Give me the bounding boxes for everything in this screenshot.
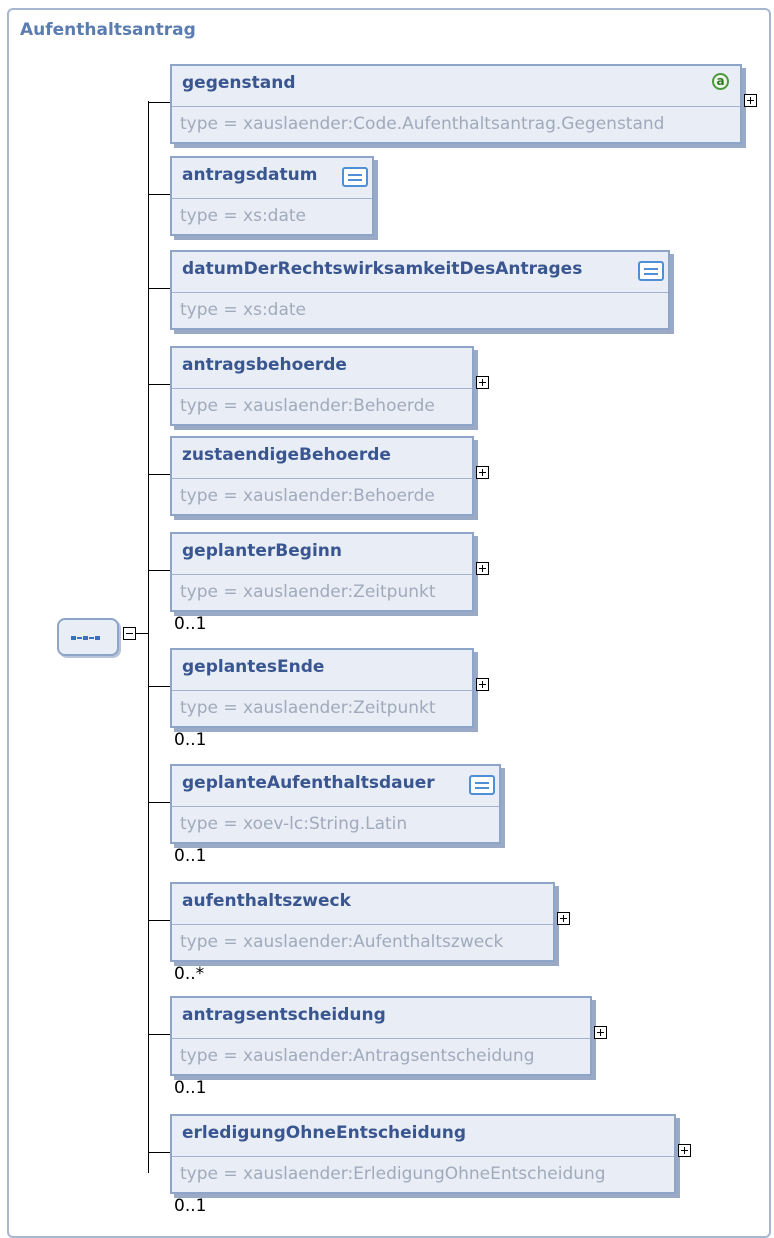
element-name: antragsdatum — [182, 165, 318, 185]
element-type: type = xs:date — [180, 206, 307, 226]
element-name: datumDerRechtswirksamkeitDesAntrages — [182, 259, 583, 279]
connector-line — [148, 194, 170, 195]
element-divider — [172, 574, 472, 575]
expand-button[interactable] — [678, 1144, 691, 1157]
cardinality-label: 0..1 — [174, 846, 207, 866]
expand-button[interactable] — [476, 376, 489, 389]
element-box[interactable]: geplanterBeginn type = xauslaender:Zeitpu… — [170, 532, 474, 612]
element-name: gegenstand — [182, 73, 296, 93]
diagram-title: Aufenthaltsantrag — [20, 20, 196, 40]
cardinality-label: 0..1 — [174, 614, 207, 634]
cardinality-label: 0..1 — [174, 730, 207, 750]
element-box[interactable]: antragsbehoerde type = xauslaender:Behoer… — [170, 346, 474, 426]
element-divider — [172, 1038, 590, 1039]
element-type: type = xauslaender:Behoerde — [180, 396, 435, 416]
element-box[interactable]: erledigungOhneEntscheidung type = xauslae… — [170, 1114, 676, 1194]
element-name: antragsbehoerde — [182, 355, 347, 375]
expand-button[interactable] — [476, 466, 489, 479]
element-divider — [172, 292, 668, 293]
element-type: type = xauslaender:ErledigungOhneEntsche… — [180, 1164, 606, 1184]
element-box[interactable]: antragsentscheidung type = xauslaender:An… — [170, 996, 592, 1076]
expand-button[interactable] — [594, 1026, 607, 1039]
element-box[interactable]: aufenthaltszweck type = xauslaender:Aufen… — [170, 882, 555, 962]
element-type: type = xauslaender:Zeitpunkt — [180, 698, 436, 718]
connector-line — [148, 102, 170, 103]
expand-button[interactable] — [476, 678, 489, 691]
element-box[interactable]: datumDerRechtswirksamkeitDesAntrages type… — [170, 250, 670, 330]
element-name: antragsentscheidung — [182, 1005, 386, 1025]
documentation-icon — [638, 261, 664, 281]
attribute-icon: a — [712, 73, 729, 90]
connector-line — [148, 384, 170, 385]
element-type: type = xs:date — [180, 300, 307, 320]
element-name: aufenthaltszweck — [182, 891, 351, 911]
element-type: type = xauslaender:Antragsentscheidung — [180, 1046, 535, 1066]
element-divider — [172, 806, 499, 807]
element-divider — [172, 924, 553, 925]
element-divider — [172, 478, 472, 479]
sequence-trunk-line — [148, 101, 149, 1173]
sequence-compositor-icon[interactable] — [57, 618, 119, 656]
element-type: type = xauslaender:Aufenthaltszweck — [180, 932, 504, 952]
connector-line — [148, 474, 170, 475]
element-box[interactable]: geplanteAufenthaltsdauer type = xoev-lc:S… — [170, 764, 501, 844]
element-divider — [172, 106, 740, 107]
collapse-sequence-button[interactable] — [123, 627, 136, 640]
element-box[interactable]: geplantesEnde type = xauslaender:Zeitpunk… — [170, 648, 474, 728]
element-type: type = xauslaender:Zeitpunkt — [180, 582, 436, 602]
documentation-icon — [342, 167, 368, 187]
element-divider — [172, 388, 472, 389]
element-name: geplanterBeginn — [182, 541, 342, 561]
connector-line — [148, 570, 170, 571]
cardinality-label: 0..1 — [174, 1078, 207, 1098]
connector-line — [148, 802, 170, 803]
element-type: type = xauslaender:Code.Aufenthaltsantra… — [180, 114, 665, 134]
element-box[interactable]: zustaendigeBehoerde type = xauslaender:Be… — [170, 436, 474, 516]
connector-line — [136, 633, 148, 634]
connector-line — [148, 1152, 170, 1153]
cardinality-label: 0..1 — [174, 1196, 207, 1216]
connector-line — [148, 686, 170, 687]
expand-button[interactable] — [557, 912, 570, 925]
expand-button[interactable] — [744, 94, 757, 107]
element-name: geplantesEnde — [182, 657, 325, 677]
connector-line — [148, 920, 170, 921]
documentation-icon — [469, 775, 495, 795]
element-type: type = xoev-lc:String.Latin — [180, 814, 408, 834]
element-divider — [172, 198, 372, 199]
element-name: erledigungOhneEntscheidung — [182, 1123, 467, 1143]
element-divider — [172, 1156, 674, 1157]
element-box[interactable]: gegenstand type = xauslaender:Code.Aufent… — [170, 64, 742, 144]
expand-button[interactable] — [476, 562, 489, 575]
element-box[interactable]: antragsdatum type = xs:date — [170, 156, 374, 236]
connector-line — [148, 1034, 170, 1035]
element-name: zustaendigeBehoerde — [182, 445, 391, 465]
element-name: geplanteAufenthaltsdauer — [182, 773, 435, 793]
element-type: type = xauslaender:Behoerde — [180, 486, 435, 506]
cardinality-label: 0..* — [174, 964, 205, 984]
element-divider — [172, 690, 472, 691]
connector-line — [148, 288, 170, 289]
